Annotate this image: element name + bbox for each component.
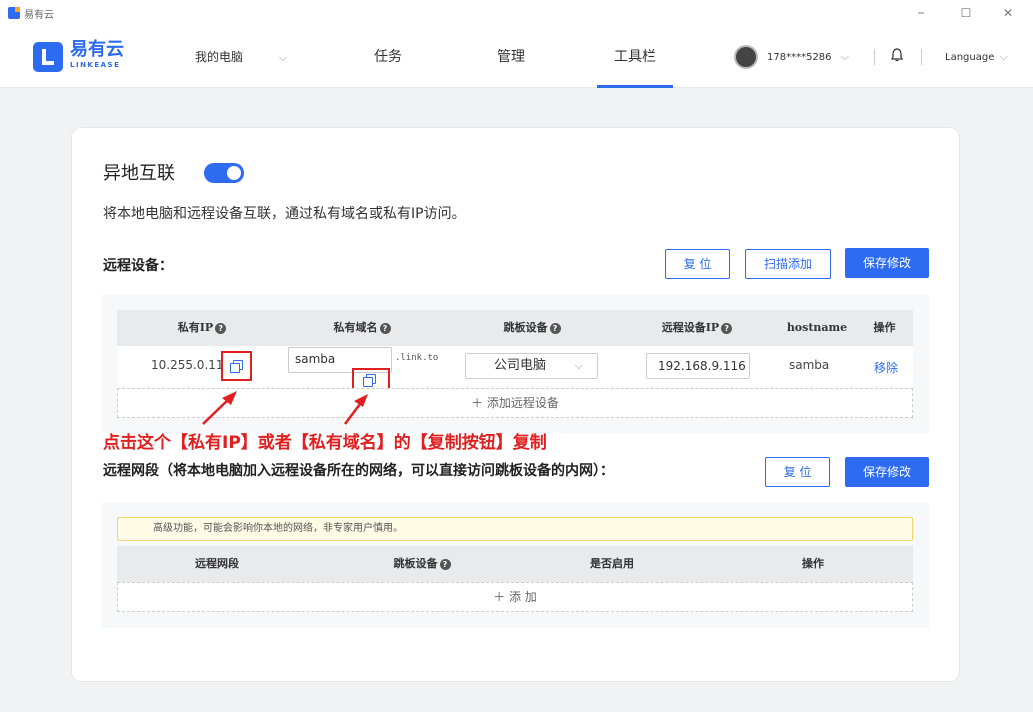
table-header: 私有IP? 私有域名? 跳板设备? 远程设备IP? hostname 操作 [117,310,913,346]
user-menu[interactable]: 178****5286 ⌵ [767,26,849,88]
domain-suffix: .link.to [395,353,439,363]
th-remote-segment: 远程网段 [195,557,239,570]
divider [921,49,922,65]
minimize-button[interactable]: – [901,0,941,26]
add-network-button[interactable]: ＋ 添 加 [117,582,913,612]
th-jump-device: 跳板设备? [477,310,587,346]
nav-toolbar[interactable]: 工具栏 [597,26,673,88]
title-bar: 易有云 – ☐ ✕ [0,0,1033,26]
bell-icon[interactable] [891,48,903,66]
brand-logo-icon [33,42,63,72]
save-button[interactable]: 保存修改 [845,248,929,278]
private-ip-value: 10.255.0.11 [151,358,224,372]
remote-devices-label: 远程设备： [103,258,173,274]
avatar[interactable] [734,45,758,69]
maximize-button[interactable]: ☐ [946,0,986,26]
warning-banner: 高级功能，可能会影响你本地的网络，非专家用户慎用。 [117,517,913,541]
jump-device-select[interactable]: 公司电脑 ⌵ [465,353,598,379]
enable-toggle[interactable] [204,163,244,183]
th-remote-ip: 远程设备IP? [642,310,752,346]
remote-ip-input[interactable]: 192.168.9.116 [646,353,750,379]
divider [874,49,875,65]
brand-name: 易有云 [70,39,124,60]
help-icon[interactable]: ? [439,558,451,570]
highlight-box [221,351,252,381]
nav-my-computer[interactable]: 我的电脑 ⌵ [195,26,305,88]
add-remote-device-button[interactable]: ＋ 添加远程设备 [117,388,913,418]
help-icon[interactable]: ? [549,322,561,334]
reset-button[interactable]: 复 位 [665,249,730,279]
remove-link[interactable]: 移除 [874,359,898,376]
help-icon[interactable]: ? [215,322,227,334]
page-title: 异地互联 [103,163,175,184]
table-header: 远程网段 跳板设备? 是否启用 操作 [117,546,913,582]
chevron-down-icon: ⌵ [574,359,583,372]
app-header: 易有云 LINKEASE 我的电脑 ⌵ 任务 管理 工具栏 178****528… [0,26,1033,88]
remote-network-label: 远程网段（将本地电脑加入远程设备所在的网络，可以直接访问跳板设备的内网）： [103,463,614,479]
nav-active-indicator [597,85,673,88]
nav-tasks[interactable]: 任务 [350,26,426,88]
th-jump-device: 跳板设备? [372,546,472,582]
scan-add-button[interactable]: 扫描添加 [745,249,831,279]
help-icon[interactable]: ? [379,322,391,334]
jump-device-value: 公司电脑 [494,358,547,373]
app-logo-icon [8,7,20,19]
th-private-ip: 私有IP? [147,310,257,346]
user-phone: 178****5286 [767,52,832,63]
page-description: 将本地电脑和远程设备互联，通过私有域名或私有IP访问。 [103,206,466,222]
annotation-text: 点击这个【私有IP】或者【私有域名】的【复制按钮】复制 [103,433,547,453]
th-hostname: hostname [786,321,848,334]
network-reset-button[interactable]: 复 位 [765,457,830,487]
language-label: Language [945,52,995,63]
window-title: 易有云 [24,9,54,21]
network-save-button[interactable]: 保存修改 [845,457,929,487]
hostname-value: samba [789,358,830,372]
language-selector[interactable]: Language ⌵ [945,26,1008,88]
th-action: 操作 [802,557,824,570]
close-button[interactable]: ✕ [988,0,1028,26]
th-action: 操作 [873,321,896,334]
help-icon[interactable]: ? [721,322,733,334]
chevron-down-icon: ⌵ [999,50,1008,63]
nav-label: 我的电脑 [195,50,244,64]
brand-subtitle: LINKEASE [70,61,121,69]
nav-manage[interactable]: 管理 [473,26,549,88]
th-enabled: 是否启用 [590,557,634,570]
chevron-down-icon: ⌵ [840,50,850,63]
chevron-down-icon: ⌵ [278,51,288,64]
th-private-domain: 私有域名? [307,310,417,346]
